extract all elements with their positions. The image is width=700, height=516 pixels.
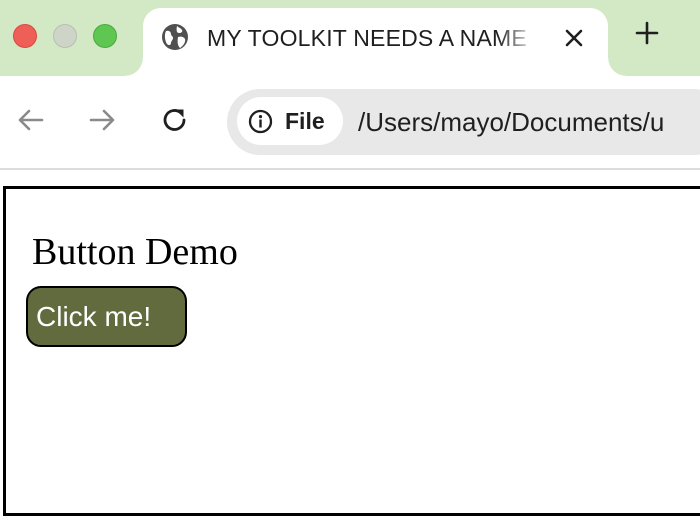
window-minimize-button[interactable] (53, 24, 77, 48)
page-viewport: Button Demo Click me! (3, 186, 700, 516)
tab-title: MY TOOLKIT NEEDS A NAME (207, 25, 527, 51)
address-bar[interactable]: File /Users/mayo/Documents/u (227, 89, 700, 155)
close-icon[interactable] (561, 25, 587, 51)
arrow-right-icon[interactable] (86, 104, 118, 136)
arrow-left-icon[interactable] (15, 104, 47, 136)
site-info-label: File (285, 108, 325, 134)
url-text[interactable]: /Users/mayo/Documents/u (358, 89, 664, 155)
reload-icon[interactable] (159, 104, 191, 136)
tab-strip: MY TOOLKIT NEEDS A NAME (0, 0, 700, 76)
window-maximize-button[interactable] (93, 24, 117, 48)
page-heading: Button Demo (32, 231, 238, 273)
plus-icon[interactable] (632, 18, 662, 48)
active-tab[interactable]: MY TOOLKIT NEEDS A NAME (125, 8, 626, 76)
globe-icon (162, 24, 188, 50)
site-info-chip[interactable]: File (237, 97, 343, 145)
info-icon (248, 109, 273, 134)
window-close-button[interactable] (13, 24, 37, 48)
click-me-button[interactable]: Click me! (26, 286, 187, 347)
browser-toolbar: File /Users/mayo/Documents/u (0, 76, 700, 170)
